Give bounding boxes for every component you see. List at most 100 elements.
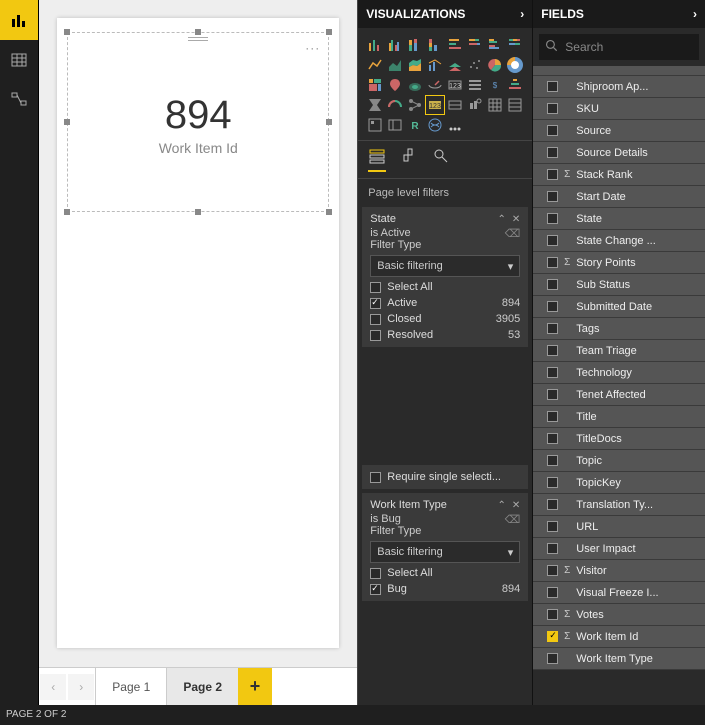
field-row[interactable]: URL: [533, 516, 705, 538]
field-checkbox[interactable]: [547, 521, 558, 532]
field-row[interactable]: Tags: [533, 318, 705, 340]
resize-handle[interactable]: [195, 209, 201, 215]
field-row[interactable]: TopicKey: [533, 472, 705, 494]
field-checkbox[interactable]: [547, 147, 558, 158]
field-checkbox[interactable]: [547, 411, 558, 422]
field-checkbox[interactable]: [547, 499, 558, 510]
vis-type-icon[interactable]: [486, 56, 504, 74]
field-row[interactable]: Source: [533, 120, 705, 142]
vis-type-icon[interactable]: [446, 116, 464, 134]
field-checkbox[interactable]: [547, 323, 558, 334]
field-checkbox[interactable]: [547, 543, 558, 554]
vis-type-icon[interactable]: [426, 36, 444, 54]
vis-type-icon[interactable]: [446, 56, 464, 74]
vis-type-icon[interactable]: [366, 36, 384, 54]
field-checkbox[interactable]: [547, 235, 558, 246]
vis-type-icon[interactable]: [386, 36, 404, 54]
add-page-button[interactable]: +: [238, 668, 272, 706]
resize-handle[interactable]: [195, 29, 201, 35]
field-checkbox[interactable]: [547, 213, 558, 224]
vis-type-icon[interactable]: $: [486, 76, 504, 94]
checkbox[interactable]: [370, 282, 381, 293]
vis-type-icon[interactable]: [406, 56, 424, 74]
field-checkbox[interactable]: [547, 169, 558, 180]
vis-type-icon[interactable]: [506, 96, 524, 114]
checkbox[interactable]: [370, 472, 381, 483]
filter-type-select[interactable]: Basic filtering▾: [370, 541, 520, 563]
resize-handle[interactable]: [64, 209, 70, 215]
filter-option[interactable]: Closed3905: [370, 313, 520, 325]
filter-option[interactable]: Select All: [370, 281, 520, 293]
fields-header[interactable]: FIELDS ›: [533, 0, 705, 28]
next-page-button[interactable]: ›: [68, 674, 94, 700]
field-row[interactable]: ΣStory Points: [533, 252, 705, 274]
field-checkbox[interactable]: [547, 477, 558, 488]
field-row[interactable]: Shiproom Ap...: [533, 76, 705, 98]
field-row[interactable]: Title: [533, 406, 705, 428]
card-visual[interactable]: ··· 894 Work Item Id: [67, 32, 329, 212]
collapse-icon[interactable]: ⌃: [497, 214, 505, 225]
vis-type-icon[interactable]: [366, 56, 384, 74]
field-checkbox[interactable]: [547, 389, 558, 400]
resize-handle[interactable]: [64, 29, 70, 35]
field-checkbox[interactable]: [547, 345, 558, 356]
field-row[interactable]: State Change ...: [533, 230, 705, 252]
field-checkbox[interactable]: [547, 125, 558, 136]
field-row[interactable]: ΣVisitor: [533, 560, 705, 582]
clear-filter-icon[interactable]: ⌫: [505, 513, 521, 526]
remove-filter-icon[interactable]: ✕: [512, 214, 520, 225]
vis-type-icon[interactable]: [386, 96, 404, 114]
vis-type-icon[interactable]: [366, 116, 384, 134]
model-view-button[interactable]: [0, 80, 38, 120]
vis-type-icon[interactable]: [506, 36, 524, 54]
field-checkbox[interactable]: [547, 301, 558, 312]
field-checkbox[interactable]: [547, 565, 558, 576]
field-row[interactable]: Topic: [533, 450, 705, 472]
filter-type-select[interactable]: Basic filtering▾: [370, 255, 520, 277]
resize-handle[interactable]: [326, 209, 332, 215]
field-checkbox[interactable]: [547, 367, 558, 378]
field-row[interactable]: User Impact: [533, 538, 705, 560]
vis-type-icon[interactable]: [506, 56, 524, 74]
filter-option[interactable]: Select All: [370, 567, 520, 579]
vis-type-icon[interactable]: [386, 56, 404, 74]
filter-option[interactable]: Resolved53: [370, 329, 520, 341]
vis-type-icon[interactable]: [466, 76, 484, 94]
vis-type-icon[interactable]: [386, 76, 404, 94]
field-checkbox[interactable]: [547, 631, 558, 642]
vis-type-icon[interactable]: [486, 96, 504, 114]
drag-grip-icon[interactable]: [188, 37, 208, 41]
field-row[interactable]: SKU: [533, 98, 705, 120]
checkbox[interactable]: [370, 568, 381, 579]
fields-search-input[interactable]: Search: [539, 34, 699, 60]
vis-type-icon[interactable]: [466, 36, 484, 54]
field-checkbox[interactable]: [547, 609, 558, 620]
prev-page-button[interactable]: ‹: [40, 674, 66, 700]
page-tab[interactable]: Page 1: [95, 668, 166, 706]
data-view-button[interactable]: [0, 40, 38, 80]
vis-type-icon[interactable]: 123: [446, 76, 464, 94]
field-row[interactable]: ΣWork Item Id: [533, 626, 705, 648]
field-row[interactable]: Submitted Date: [533, 296, 705, 318]
vis-type-icon[interactable]: [426, 116, 444, 134]
resize-handle[interactable]: [326, 119, 332, 125]
checkbox[interactable]: [370, 314, 381, 325]
vis-type-icon[interactable]: 123: [426, 96, 444, 114]
field-row[interactable]: Team Triage: [533, 340, 705, 362]
field-row[interactable]: State: [533, 208, 705, 230]
vis-type-icon[interactable]: [406, 36, 424, 54]
visual-options-icon[interactable]: ···: [305, 41, 320, 55]
resize-handle[interactable]: [326, 29, 332, 35]
checkbox[interactable]: [370, 330, 381, 341]
visualizations-header[interactable]: VISUALIZATIONS ›: [358, 0, 532, 28]
remove-filter-icon[interactable]: ✕: [512, 500, 520, 511]
vis-type-icon[interactable]: [406, 76, 424, 94]
field-row[interactable]: Technology: [533, 362, 705, 384]
vis-type-icon[interactable]: [426, 76, 444, 94]
vis-type-icon[interactable]: R: [406, 116, 424, 134]
field-checkbox[interactable]: [547, 191, 558, 202]
field-checkbox[interactable]: [547, 455, 558, 466]
field-checkbox[interactable]: [547, 653, 558, 664]
format-mode-tab[interactable]: [400, 147, 418, 172]
field-checkbox[interactable]: [547, 103, 558, 114]
